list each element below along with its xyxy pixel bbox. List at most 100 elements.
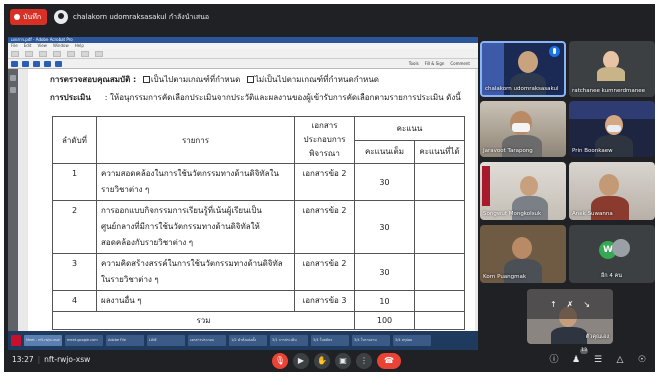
- criteria-option-2: ไม่เป็นไปตามเกณฑ์ที่กำหนดกำหนด: [254, 75, 379, 84]
- university-banner: [482, 166, 490, 206]
- row-doc: เอกสารข้อ 3: [294, 290, 355, 312]
- chat-button[interactable]: ☰: [591, 353, 605, 367]
- windows-taskbar: Meet - nft-rwjo-xsw meet.google.com Adob…: [8, 331, 478, 350]
- people-button[interactable]: ♟ 13: [569, 348, 588, 367]
- table-row: 4 ผลงานอื่น ๆ เอกสารข้อ 3 10: [52, 290, 465, 312]
- row-full-score: 30: [354, 253, 415, 291]
- participant-tile[interactable]: Jaravoot Tarapong: [480, 101, 566, 157]
- criteria-option-1: เป็นไปตามเกณฑ์ที่กำหนด: [150, 75, 241, 84]
- fill-sign-tab: Fill & Sign: [424, 61, 445, 66]
- email-icon: [67, 50, 75, 57]
- header-item: รายการ: [96, 116, 295, 164]
- row-item: ความคิดสร้างสรรค์ในการใช้นวัตกรรมทางด้าน…: [96, 253, 295, 291]
- row-full-score: 30: [354, 200, 415, 254]
- info-icon: ⓘ: [549, 355, 559, 365]
- pages-icon: [10, 75, 16, 81]
- mic-off-button[interactable]: 🎙: [272, 353, 288, 369]
- hide-self-icon[interactable]: ✗: [567, 300, 574, 309]
- meeting-time: 13:27: [12, 355, 34, 364]
- comment-icon: [95, 50, 103, 57]
- row-no: 3: [52, 253, 97, 291]
- acrobat-right-tabs: Tools Fill & Sign Comment: [409, 61, 470, 66]
- bottom-bar: 13:27 | nft-rwjo-xsw 🎙 ▶ ✋ ▣ ⋮ ☎ ⓘ ♟ 13 ☰ △…: [4, 348, 655, 372]
- settings-icon: [81, 50, 89, 57]
- row-doc: เอกสารข้อ 2: [294, 200, 355, 254]
- participant-tile[interactable]: Songwut Mongkolsuk: [480, 162, 566, 220]
- participant-name: ratchanee kumnerdmanee: [572, 88, 646, 94]
- next-page-icon: [22, 60, 29, 67]
- taskbar-item: meet.google.com: [65, 335, 103, 346]
- pdf-document-page: การตรวจสอบคุณสมบัติ : เป็นไปตามเกณฑ์ที่ก…: [28, 69, 475, 331]
- total-label: รวม: [52, 311, 355, 330]
- self-view-controls: ↑ ✗ ↘: [527, 289, 613, 319]
- recording-badge[interactable]: บันทึก: [10, 9, 48, 25]
- criteria-checkbox-2: [246, 76, 254, 83]
- start-icon: [11, 335, 21, 346]
- zoom-in-icon: [44, 60, 51, 67]
- shield-icon: ☉: [637, 355, 647, 365]
- prev-page-icon: [11, 60, 18, 67]
- app-nav-toolbar: [8, 59, 478, 69]
- row-item: การออกแบบกิจกรรมการเรียนรู้ที่เน้นผู้เรี…: [96, 200, 295, 254]
- recording-label: บันทึก: [23, 13, 42, 21]
- criteria-label: การตรวจสอบคุณสมบัติ :: [50, 75, 137, 84]
- participant-name: Jaravoot Tarapong: [483, 148, 533, 154]
- participant-name: Korn Puangmak: [483, 274, 527, 280]
- participant-face: [599, 174, 619, 196]
- chat-icon: ☰: [593, 355, 603, 365]
- taskbar-item: 3/4 ใบสมัคร: [311, 335, 349, 346]
- speaking-indicator-icon: [549, 46, 560, 57]
- present-button[interactable]: ▣: [335, 353, 351, 369]
- taskbar-item: 3/4 สรุปผล: [393, 335, 431, 346]
- participant-count-badge: 13: [580, 348, 588, 354]
- fit-page-icon: [55, 60, 62, 67]
- participant-tile-others[interactable]: W อีก 4 คน: [569, 225, 655, 283]
- row-got-score: [414, 163, 465, 201]
- row-got-score: [414, 290, 465, 312]
- face-mask-icon: [607, 125, 621, 132]
- activities-icon: △: [616, 355, 624, 365]
- presenter-name: chalakorn udomraksasakul กำลังนำเสนอ: [73, 12, 210, 21]
- minimize-icon[interactable]: ↘: [583, 300, 590, 309]
- self-view-tile[interactable]: ↑ ✗ ↘ ตัวคุณเอง: [527, 289, 613, 344]
- participant-tile[interactable]: Anek Suwanna: [569, 162, 655, 220]
- comment-tab: Comment: [450, 61, 470, 66]
- method-label: การประเมิน: [50, 93, 91, 102]
- present-icon: ▣: [339, 356, 347, 365]
- row-full-score: 30: [354, 163, 415, 201]
- save-icon: [39, 50, 47, 57]
- host-controls-button[interactable]: ☉: [635, 353, 649, 367]
- participant-face: [512, 237, 532, 259]
- mic-off-icon: 🎙: [274, 356, 286, 365]
- more-options-button[interactable]: ⋮: [356, 353, 372, 369]
- method-text: : ให้อนุกรรมการคัดเลือกประเมินจากประวัติ…: [104, 93, 461, 102]
- camera-button[interactable]: ▶: [293, 353, 309, 369]
- row-no: 2: [52, 200, 97, 254]
- participant-tile[interactable]: Korn Puangmak: [480, 225, 566, 283]
- meeting-info: 13:27 | nft-rwjo-xsw: [12, 355, 91, 364]
- total-got-score: [414, 311, 465, 330]
- bookmark-icon: [10, 87, 16, 93]
- row-doc: เอกสารข้อ 2: [294, 253, 355, 291]
- criteria-line: การตรวจสอบคุณสมบัติ : เป็นไปตามเกณฑ์ที่ก…: [50, 73, 379, 86]
- row-item: ความสอดคล้องในการใช้นวัตกรรมทางด้านดิจิท…: [96, 163, 295, 201]
- pin-icon[interactable]: ↑: [550, 300, 557, 309]
- meet-window: บันทึก chalakorn udomraksasakul กำลังนำเ…: [4, 4, 655, 372]
- end-call-button[interactable]: ☎: [377, 353, 401, 369]
- method-line: การประเมิน : ให้อนุกรรมการคัดเลือกประเมิน…: [50, 91, 461, 104]
- participant-tile-speaking[interactable]: chalakorn udomraksasakul: [480, 41, 566, 97]
- participant-name: Prin Boonkaew: [572, 148, 613, 154]
- raise-hand-button[interactable]: ✋: [314, 353, 330, 369]
- row-got-score: [414, 200, 465, 254]
- acrobat-side-panel: [8, 69, 18, 331]
- participant-tile[interactable]: Prin Boonkaew: [569, 101, 655, 157]
- participant-tile[interactable]: ratchanee kumnerdmanee: [569, 41, 655, 97]
- table-row: 3 ความคิดสร้างสรรค์ในการใช้นวัตกรรมทางด้…: [52, 253, 465, 291]
- participant-face: [520, 176, 538, 196]
- header-no: ลำดับที่: [52, 116, 97, 164]
- table-total-row: รวม 100: [52, 311, 465, 330]
- meeting-code: nft-rwjo-xsw: [44, 355, 91, 364]
- activities-button[interactable]: △: [613, 353, 627, 367]
- info-button[interactable]: ⓘ: [547, 353, 561, 367]
- camera-icon: ▶: [297, 356, 305, 365]
